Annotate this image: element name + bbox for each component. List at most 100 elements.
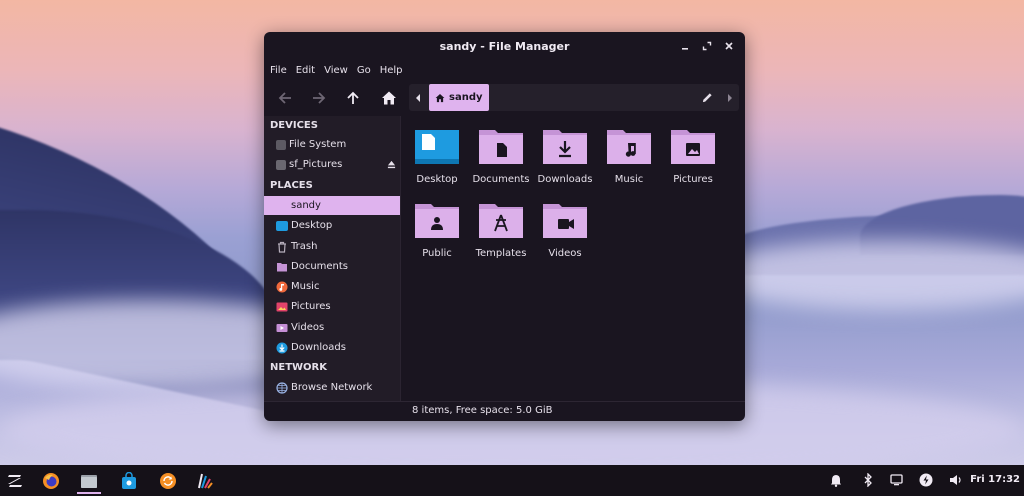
videos-icon — [276, 323, 288, 332]
software-store-icon — [122, 472, 136, 489]
window-controls — [677, 38, 737, 54]
desktop-icon — [276, 220, 288, 231]
bell-icon — [831, 474, 841, 487]
power-button[interactable] — [918, 472, 934, 488]
documents-icon — [277, 262, 287, 271]
display-button[interactable] — [888, 472, 904, 488]
sidebar-item-downloads[interactable]: Downloads — [264, 338, 400, 357]
power-bolt-icon — [919, 473, 933, 487]
documents-folder-icon — [479, 130, 523, 164]
menu-go[interactable]: Go — [357, 62, 377, 80]
pictures-folder-icon — [671, 130, 715, 164]
file-item-downloads[interactable]: Downloads — [535, 116, 595, 185]
files-icon — [81, 475, 97, 488]
file-item-label: Documents — [472, 174, 530, 185]
taskbar-firefox[interactable] — [36, 468, 66, 494]
path-crumb-home[interactable]: sandy — [429, 84, 489, 111]
up-button[interactable] — [342, 87, 364, 109]
arrow-up-icon — [347, 91, 359, 104]
sidebar-item-sf-pictures[interactable]: sf_Pictures — [264, 155, 400, 174]
taskbar-files[interactable] — [74, 468, 104, 494]
menu-view[interactable]: View — [324, 62, 354, 80]
sidebar-item-sandy[interactable]: sandy — [264, 196, 400, 215]
sidebar-item-label: Browse Network — [291, 382, 373, 393]
sidebar-header-places: PLACES — [270, 180, 313, 191]
active-indicator — [77, 492, 101, 494]
menu-edit[interactable]: Edit — [296, 62, 321, 80]
file-item-label: Desktop — [416, 174, 458, 185]
file-item-documents[interactable]: Documents — [471, 116, 531, 185]
maximize-button[interactable] — [699, 38, 715, 54]
desktop-folder-icon — [415, 130, 459, 164]
music-folder-icon — [607, 130, 651, 164]
sidebar-item-trash[interactable]: Trash — [264, 237, 400, 256]
sidebar-item-videos[interactable]: Videos — [264, 318, 400, 337]
sidebar-item-desktop[interactable]: Desktop — [264, 216, 400, 235]
status-text: 8 items, Free space: 5.0 GiB — [412, 405, 553, 416]
taskbar-appearance[interactable] — [190, 468, 220, 494]
forward-button[interactable] — [308, 87, 330, 109]
menu-help[interactable]: Help — [380, 62, 409, 80]
file-view: Desktop Documents Downloads Music Pictur… — [401, 116, 745, 401]
sidebar-item-browse-network[interactable]: Browse Network — [264, 378, 400, 397]
status-bar: 8 items, Free space: 5.0 GiB — [264, 401, 745, 421]
minimize-icon — [682, 48, 688, 50]
notifications-button[interactable] — [828, 472, 844, 488]
sidebar-item-pictures[interactable]: Pictures — [264, 297, 400, 316]
sidebar-item-label: Documents — [291, 261, 349, 272]
close-button[interactable] — [721, 38, 737, 54]
arrow-left-icon — [278, 92, 291, 104]
file-item-public[interactable]: Public — [407, 190, 467, 259]
file-manager-window: sandy - File Manager File Edit View Go H… — [264, 32, 745, 421]
videos-folder-icon — [543, 204, 587, 238]
file-item-videos[interactable]: Videos — [535, 190, 595, 259]
menu-file[interactable]: File — [270, 62, 293, 80]
back-button[interactable] — [274, 87, 296, 109]
file-item-pictures[interactable]: Pictures — [663, 116, 723, 185]
sidebar-item-label: Music — [291, 281, 320, 292]
eject-icon[interactable] — [387, 160, 396, 169]
music-icon — [276, 281, 288, 292]
pictures-icon — [276, 302, 288, 311]
sidebar-item-file-system[interactable]: File System — [264, 135, 400, 154]
edit-path-icon[interactable] — [702, 92, 713, 103]
volume-icon — [950, 475, 961, 485]
chevron-right-icon[interactable] — [727, 94, 733, 102]
sidebar-item-label: File System — [289, 139, 347, 150]
taskbar-updater[interactable] — [153, 468, 183, 494]
sidebar-item-label: Desktop — [291, 220, 333, 231]
home-icon — [276, 200, 288, 212]
title-bar[interactable]: sandy - File Manager — [264, 32, 745, 60]
home-icon — [435, 93, 445, 102]
network-icon — [276, 381, 288, 394]
update-icon — [160, 473, 176, 489]
file-item-music[interactable]: Music — [599, 116, 659, 185]
file-item-templates[interactable]: Templates — [471, 190, 531, 259]
file-item-desktop[interactable]: Desktop — [407, 116, 467, 185]
sidebar-item-documents[interactable]: Documents — [264, 257, 400, 276]
file-item-label: Pictures — [673, 174, 713, 185]
taskbar: Fri 17:32 — [0, 465, 1024, 496]
file-item-label: Videos — [548, 248, 582, 259]
taskbar-software-store[interactable] — [114, 468, 144, 494]
sidebar-item-label: sf_Pictures — [289, 159, 343, 170]
appearance-icon — [198, 473, 213, 489]
templates-folder-icon — [479, 204, 523, 238]
sidebar-item-label: sandy — [291, 200, 321, 211]
home-button[interactable] — [378, 87, 400, 109]
path-crumb-label: sandy — [449, 92, 483, 103]
sidebar-item-label: Downloads — [291, 342, 346, 353]
wallpaper-mist — [700, 240, 1024, 310]
clock[interactable]: Fri 17:32 — [970, 474, 1020, 485]
chevron-left-icon[interactable] — [415, 94, 421, 102]
app-menu-button[interactable] — [0, 468, 30, 494]
bluetooth-button[interactable] — [860, 472, 876, 488]
menu-bar: File Edit View Go Help — [264, 62, 412, 80]
volume-button[interactable] — [948, 472, 964, 488]
minimize-button[interactable] — [677, 38, 693, 54]
file-item-label: Music — [614, 174, 644, 185]
sidebar-item-label: Trash — [291, 241, 318, 252]
sidebar-item-music[interactable]: Music — [264, 277, 400, 296]
maximize-icon — [702, 41, 712, 51]
home-icon — [382, 91, 396, 105]
